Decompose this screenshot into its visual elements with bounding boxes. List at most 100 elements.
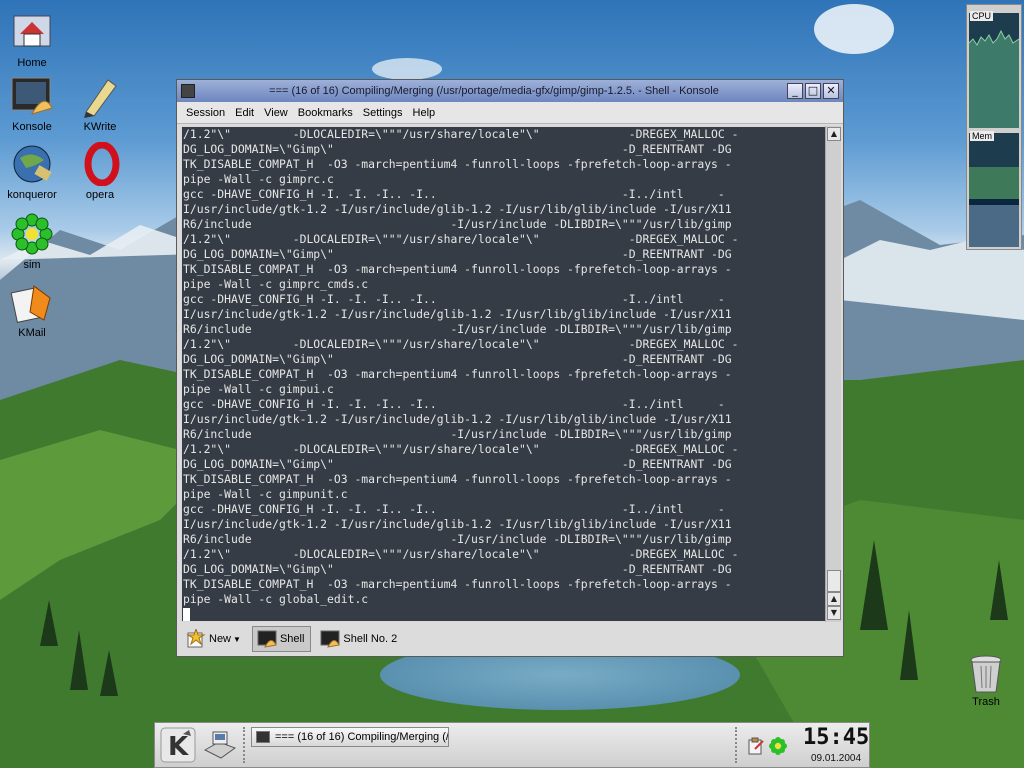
tab-label: Shell xyxy=(279,633,305,645)
terminal-line: pipe -Wall -c gimpunit.c xyxy=(183,487,348,501)
vertical-scrollbar[interactable]: ▲ ▲ ▼ xyxy=(825,126,841,622)
tab-label: New xyxy=(209,633,232,645)
text-cursor xyxy=(183,607,190,621)
cloud xyxy=(814,4,894,54)
terminal-line: DG_LOG_DOMAIN=\"Gimp\" -D_REENTRANT -DG xyxy=(183,247,732,261)
title-bar[interactable]: === (16 of 16) Compiling/Merging (/usr/p… xyxy=(177,80,843,102)
k-menu-button[interactable]: K xyxy=(159,726,197,764)
scrollbar-thumb[interactable] xyxy=(827,570,841,592)
terminal-line: TK_DISABLE_COMPAT_H -O3 -march=pentium4 … xyxy=(183,367,732,381)
terminal-line: gcc -DHAVE_CONFIG_H -I. -I. -I.. -I.. -I… xyxy=(183,397,725,411)
scroll-up-button[interactable]: ▲ xyxy=(827,127,841,141)
desktop-icon-label: KWrite xyxy=(83,121,117,133)
memory-graph xyxy=(969,133,1019,247)
opera-icon xyxy=(78,141,122,187)
desktop-icon-trash[interactable]: Trash xyxy=(962,652,1010,708)
desktop-icon-label: Konsole xyxy=(12,121,52,133)
terminal-output[interactable]: /1.2"\" -DLOCALEDIR=\"""/usr/share/local… xyxy=(182,127,825,621)
terminal-line: R6/include -I/usr/include -DLIBDIR=\"""/… xyxy=(183,532,732,546)
tree xyxy=(990,560,1008,620)
taskbar-button-label: === (16 of 16) Compiling/Merging (/usr/p… xyxy=(275,731,449,743)
memory-label: Mem xyxy=(970,131,994,141)
session-tab-bar: New ▼ Shell Shell No. 2 xyxy=(181,624,841,654)
desktop-icon-sim[interactable]: sim xyxy=(0,212,70,271)
desktop-access-button[interactable] xyxy=(201,726,239,764)
terminal-area: /1.2"\" -DLOCALEDIR=\"""/usr/share/local… xyxy=(181,126,841,622)
desktop-icon-home[interactable]: Home xyxy=(0,10,70,69)
cpu-graph xyxy=(969,13,1019,128)
tree xyxy=(900,610,918,680)
tab-shell-no-2[interactable]: Shell No. 2 xyxy=(315,626,404,652)
terminal-line: /1.2"\" -DLOCALEDIR=\"""/usr/share/local… xyxy=(183,127,739,141)
terminal-line: R6/include -I/usr/include -DLIBDIR=\"""/… xyxy=(183,427,732,441)
desktop-icon-kwrite[interactable]: KWrite xyxy=(62,74,138,133)
home-icon xyxy=(10,10,54,54)
konqueror-icon xyxy=(10,142,54,186)
scroll-down-button[interactable]: ▲ xyxy=(827,592,841,606)
terminal-line: /1.2"\" -DLOCALEDIR=\"""/usr/share/local… xyxy=(183,442,739,456)
terminal-line: DG_LOG_DOMAIN=\"Gimp\" -D_REENTRANT -DG xyxy=(183,352,732,366)
terminal-line: I/usr/include/gtk-1.2 -I/usr/include/gli… xyxy=(183,307,732,321)
terminal-line: R6/include -I/usr/include -DLIBDIR=\"""/… xyxy=(183,322,732,336)
window-title: === (16 of 16) Compiling/Merging (/usr/p… xyxy=(269,85,719,97)
menu-view[interactable]: View xyxy=(259,107,293,119)
desktop-icon-label: Home xyxy=(17,57,47,69)
konsole-window[interactable]: === (16 of 16) Compiling/Merging (/usr/p… xyxy=(176,79,844,657)
menu-settings[interactable]: Settings xyxy=(358,107,408,119)
desktop-icon-label: sim xyxy=(23,259,41,271)
desktop-icon-kmail[interactable]: KMail xyxy=(0,280,70,339)
menu-edit[interactable]: Edit xyxy=(230,107,259,119)
desktop-icon-konsole[interactable]: Konsole xyxy=(0,74,70,133)
klipper-icon[interactable] xyxy=(747,737,765,755)
terminal-line: TK_DISABLE_COMPAT_H -O3 -march=pentium4 … xyxy=(183,157,732,171)
panel-handle[interactable] xyxy=(735,727,741,763)
desktop-icon-label: KMail xyxy=(18,327,46,339)
trash-icon xyxy=(968,652,1004,696)
clock[interactable]: 15:45 09.01.2004 xyxy=(803,723,869,767)
tab-shell[interactable]: Shell xyxy=(251,626,312,652)
shell-icon xyxy=(320,629,341,649)
menu-help[interactable]: Help xyxy=(408,107,441,119)
terminal-line: TK_DISABLE_COMPAT_H -O3 -march=pentium4 … xyxy=(183,472,732,486)
clock-time: 15:45 xyxy=(803,725,870,750)
tree xyxy=(40,600,58,646)
terminal-line: I/usr/include/gtk-1.2 -I/usr/include/gli… xyxy=(183,202,732,216)
desktop-icon-label: konqueror xyxy=(7,189,57,201)
trash-label: Trash xyxy=(972,696,1000,708)
clock-date: 09.01.2004 xyxy=(810,753,862,764)
kde-panel: K === (16 of 16) Compiling/Merging (/usr… xyxy=(154,722,870,768)
system-tray xyxy=(743,727,799,763)
minimize-button[interactable]: _ xyxy=(787,83,803,99)
tree xyxy=(100,650,118,696)
terminal-line: /1.2"\" -DLOCALEDIR=\"""/usr/share/local… xyxy=(183,232,739,246)
new-session-icon xyxy=(186,627,206,649)
taskbar-button-konsole[interactable]: === (16 of 16) Compiling/Merging (/usr/p… xyxy=(251,727,449,747)
desktop-icon-konqueror[interactable]: konqueror xyxy=(0,142,70,201)
terminal-line: /1.2"\" -DLOCALEDIR=\"""/usr/share/local… xyxy=(183,547,739,561)
menu-bookmarks[interactable]: Bookmarks xyxy=(293,107,358,119)
maximize-button[interactable]: □ xyxy=(805,83,821,99)
terminal-line: pipe -Wall -c gimprc_cmds.c xyxy=(183,277,369,291)
window-menu-icon[interactable] xyxy=(181,84,195,98)
system-monitor[interactable]: CPU Mem xyxy=(966,4,1022,250)
terminal-line: TK_DISABLE_COMPAT_H -O3 -march=pentium4 … xyxy=(183,577,732,591)
terminal-line: DG_LOG_DOMAIN=\"Gimp\" -D_REENTRANT -DG xyxy=(183,142,732,156)
terminal-line: pipe -Wall -c gimprc.c xyxy=(183,172,334,186)
new-session-button[interactable]: New ▼ xyxy=(181,626,248,652)
kwrite-icon xyxy=(78,74,122,118)
sim-icon[interactable] xyxy=(769,737,787,755)
scroll-down-button[interactable]: ▼ xyxy=(827,606,841,620)
svg-text:K: K xyxy=(168,732,189,762)
terminal-line: pipe -Wall -c gimpui.c xyxy=(183,382,334,396)
cloud xyxy=(372,58,442,80)
panel-handle[interactable] xyxy=(243,727,249,763)
chevron-down-icon[interactable]: ▼ xyxy=(233,635,241,644)
terminal-line: R6/include -I/usr/include -DLIBDIR=\"""/… xyxy=(183,217,732,231)
terminal-line: gcc -DHAVE_CONFIG_H -I. -I. -I.. -I.. -I… xyxy=(183,187,725,201)
menu-bar: Session Edit View Bookmarks Settings Hel… xyxy=(177,102,843,124)
terminal-line: I/usr/include/gtk-1.2 -I/usr/include/gli… xyxy=(183,412,732,426)
shell-icon xyxy=(257,629,277,649)
close-button[interactable]: ✕ xyxy=(823,83,839,99)
menu-session[interactable]: Session xyxy=(181,107,230,119)
desktop-icon-opera[interactable]: opera xyxy=(62,141,138,201)
